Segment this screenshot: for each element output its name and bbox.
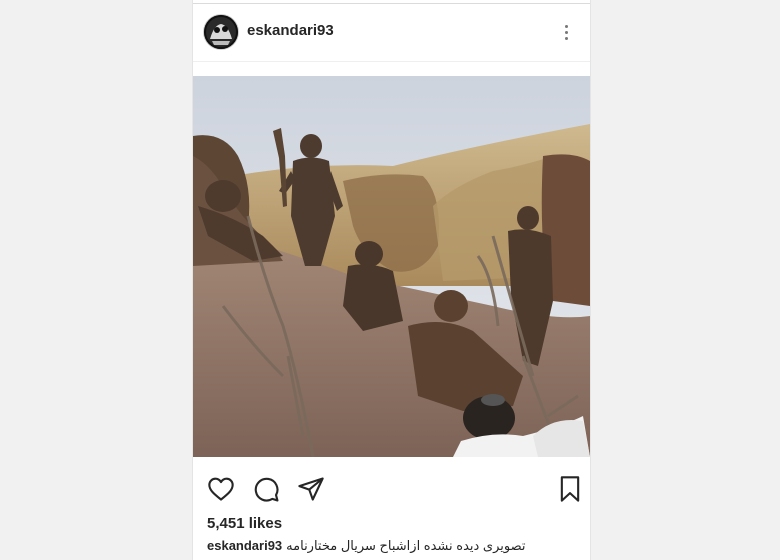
likes-number: 5,451 [207,515,245,532]
instagram-post: eskandari93 5,451 likes eskandari93 تصوی… [192,0,591,560]
more-options-icon[interactable] [556,20,576,44]
comment-icon[interactable] [252,475,280,508]
post-caption: eskandari93 تصویری دیده نشده ازاشباح سریا… [207,538,580,554]
post-header: eskandari93 [193,4,590,62]
heart-icon[interactable] [207,475,235,508]
post-photo[interactable] [193,76,590,457]
caption-text: تصویری دیده نشده ازاشباح سریال مختارنامه [286,538,526,553]
likes-label: likes [248,515,283,532]
avatar[interactable] [204,15,238,49]
post-username[interactable]: eskandari93 [247,22,334,39]
action-bar [193,475,590,505]
likes-count[interactable]: 5,451 likes [207,515,282,532]
bookmark-icon[interactable] [557,475,583,508]
caption-username[interactable]: eskandari93 [207,538,282,553]
send-icon[interactable] [297,475,325,508]
